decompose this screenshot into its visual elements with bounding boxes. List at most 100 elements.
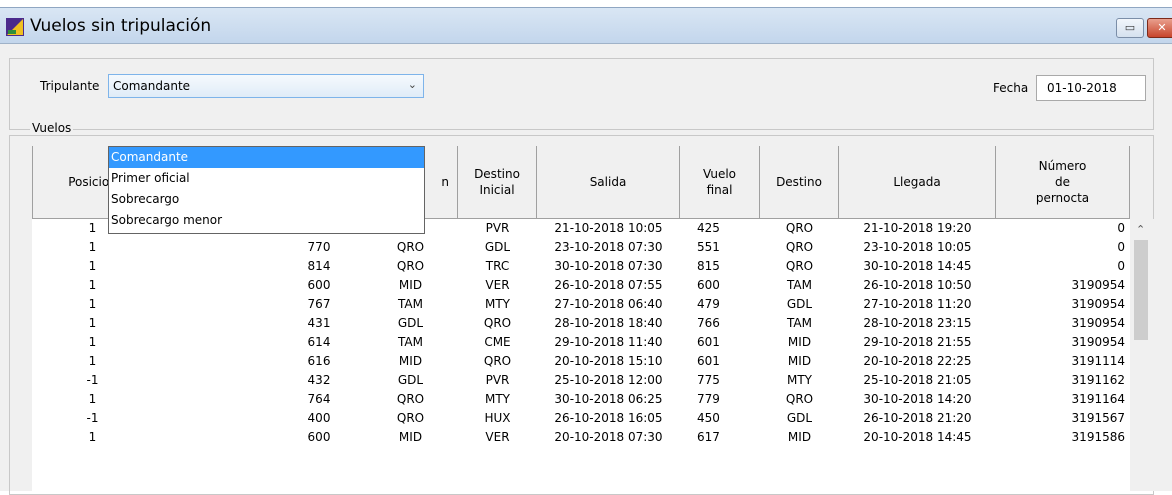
cell-origen: GDL <box>397 373 424 387</box>
cell-vuelo-final: 425 <box>697 221 720 235</box>
cell-vuelo-final: 617 <box>697 430 720 444</box>
cell-pernocta: 3190954 <box>1071 316 1125 330</box>
close-button[interactable]: ✕ <box>1147 18 1172 38</box>
cell-salida: 28-10-2018 18:40 <box>554 316 663 330</box>
top-border <box>0 0 1172 7</box>
cell-destino-inicial: TRC <box>485 259 510 273</box>
cell-vuelo-inicial: 770 <box>307 240 331 254</box>
cell-destino: TAM <box>787 278 812 292</box>
dropdown-option-primer-oficial[interactable]: Primer oficial <box>109 168 424 189</box>
table-row[interactable]: 1 814 QRO TRC 30-10-2018 07:30 815 QRO 3… <box>32 257 1130 276</box>
cell-destino-inicial: PVR <box>485 373 510 387</box>
table-row[interactable]: 1 431 GDL QRO 28-10-2018 18:40 766 TAM 2… <box>32 314 1130 333</box>
cell-destino: MID <box>787 354 812 368</box>
cell-posicion: 1 <box>88 430 97 444</box>
tripulante-select[interactable]: Comandante ⌄ <box>108 74 424 98</box>
cell-posicion: -1 <box>86 411 99 425</box>
cell-vuelo-final: 766 <box>697 316 720 330</box>
vuelos-label: Vuelos <box>30 121 74 135</box>
cell-vuelo-inicial: 431 <box>307 316 331 330</box>
table-row[interactable]: 1 600 MID VER 26-10-2018 07:55 600 TAM 2… <box>32 276 1130 295</box>
cell-llegada: 23-10-2018 10:05 <box>863 240 972 254</box>
cell-salida: 20-10-2018 15:10 <box>554 354 663 368</box>
tripulante-select-value: Comandante <box>113 79 191 93</box>
cell-destino-inicial: VER <box>485 430 510 444</box>
cell-destino: QRO <box>785 221 814 235</box>
column-header-destino[interactable]: Destino <box>760 146 839 219</box>
cell-origen: MID <box>398 354 423 368</box>
cell-pernocta: 3190954 <box>1071 297 1125 311</box>
cell-vuelo-final: 551 <box>697 240 720 254</box>
table-row[interactable]: 1 770 QRO GDL 23-10-2018 07:30 551 QRO 2… <box>32 238 1130 257</box>
vertical-scrollbar[interactable]: ⌃ <box>1130 219 1154 491</box>
dropdown-option-sobrecargo-menor[interactable]: Sobrecargo menor <box>109 210 424 231</box>
cell-vuelo-inicial: 767 <box>307 297 331 311</box>
cell-salida: 23-10-2018 07:30 <box>554 240 663 254</box>
cell-llegada: 27-10-2018 11:20 <box>863 297 972 311</box>
cell-origen: MID <box>398 278 423 292</box>
column-header-vuelo-final[interactable]: Vuelo final <box>680 146 760 219</box>
minimize-button[interactable]: ▭ <box>1116 18 1144 38</box>
table-row[interactable]: 1 764 QRO MTY 30-10-2018 06:25 779 QRO 3… <box>32 390 1130 409</box>
cell-llegada: 21-10-2018 19:20 <box>863 221 972 235</box>
cell-destino: QRO <box>785 259 814 273</box>
chevron-down-icon[interactable]: ⌄ <box>408 78 417 91</box>
cell-pernocta: 3191162 <box>1071 373 1125 387</box>
cell-origen: TAM <box>398 335 423 349</box>
cell-vuelo-final: 479 <box>697 297 720 311</box>
cell-salida: 21-10-2018 10:05 <box>554 221 663 235</box>
cell-llegada: 25-10-2018 21:05 <box>863 373 972 387</box>
column-header-numero-pernocta[interactable]: Número de pernocta <box>996 146 1130 219</box>
cell-posicion: 1 <box>88 240 97 254</box>
title-bar: Vuelos sin tripulación ▭ ✕ <box>0 7 1172 44</box>
scrollbar-thumb[interactable] <box>1134 240 1148 340</box>
cell-salida: 30-10-2018 07:30 <box>554 259 663 273</box>
cell-vuelo-final: 815 <box>697 259 720 273</box>
table-row[interactable]: 1 614 TAM CME 29-10-2018 11:40 601 MID 2… <box>32 333 1130 352</box>
cell-pernocta: 0 <box>1117 240 1125 254</box>
cell-vuelo-inicial: 616 <box>307 354 331 368</box>
table-row[interactable]: -1 432 GDL PVR 25-10-2018 12:00 775 MTY … <box>32 371 1130 390</box>
cell-llegada: 30-10-2018 14:45 <box>863 259 972 273</box>
table-row[interactable]: 1 616 MID QRO 20-10-2018 15:10 601 MID 2… <box>32 352 1130 371</box>
cell-posicion: 1 <box>88 354 97 368</box>
scroll-up-icon[interactable]: ⌃ <box>1136 223 1145 236</box>
table-row[interactable]: 1 767 TAM MTY 27-10-2018 06:40 479 GDL 2… <box>32 295 1130 314</box>
cell-pernocta: 0 <box>1117 221 1125 235</box>
cell-salida: 26-10-2018 16:05 <box>554 411 663 425</box>
fecha-input[interactable]: 01-10-2018 <box>1036 75 1146 101</box>
cell-destino-inicial: QRO <box>483 354 512 368</box>
cell-vuelo-inicial: 600 <box>307 430 331 444</box>
cell-destino: MTY <box>786 373 812 387</box>
cell-origen: QRO <box>396 392 425 406</box>
cell-salida: 30-10-2018 06:25 <box>554 392 663 406</box>
cell-llegada: 28-10-2018 23:15 <box>863 316 972 330</box>
cell-destino-inicial: GDL <box>484 240 511 254</box>
dropdown-option-comandante[interactable]: Comandante <box>109 147 424 168</box>
table-row[interactable]: -1 400 QRO HUX 26-10-2018 16:05 450 GDL … <box>32 409 1130 428</box>
cell-destino-inicial: QRO <box>483 316 512 330</box>
cell-llegada: 26-10-2018 10:50 <box>863 278 972 292</box>
cell-destino-inicial: CME <box>484 335 511 349</box>
cell-vuelo-final: 601 <box>697 354 720 368</box>
table-row[interactable]: 1 600 MID VER 20-10-2018 07:30 617 MID 2… <box>32 428 1130 447</box>
cell-salida: 29-10-2018 11:40 <box>554 335 663 349</box>
column-header-salida[interactable]: Salida <box>537 146 680 219</box>
cell-destino-inicial: VER <box>485 278 510 292</box>
column-header-destino-inicial[interactable]: Destino Inicial <box>458 146 537 219</box>
cell-vuelo-final: 600 <box>697 278 720 292</box>
cell-vuelo-final: 775 <box>697 373 720 387</box>
dropdown-option-sobrecargo[interactable]: Sobrecargo <box>109 189 424 210</box>
cell-llegada: 30-10-2018 14:20 <box>863 392 972 406</box>
cell-origen: QRO <box>396 240 425 254</box>
column-header-llegada[interactable]: Llegada <box>839 146 996 219</box>
cell-posicion: 1 <box>88 297 97 311</box>
cell-pernocta: 3191164 <box>1071 392 1125 406</box>
cell-salida: 20-10-2018 07:30 <box>554 430 663 444</box>
cell-llegada: 29-10-2018 21:55 <box>863 335 972 349</box>
cell-posicion: -1 <box>86 373 99 387</box>
fecha-label: Fecha <box>993 81 1029 95</box>
cell-destino-inicial: MTY <box>484 297 510 311</box>
cell-origen: GDL <box>397 316 424 330</box>
cell-llegada: 20-10-2018 22:25 <box>863 354 972 368</box>
